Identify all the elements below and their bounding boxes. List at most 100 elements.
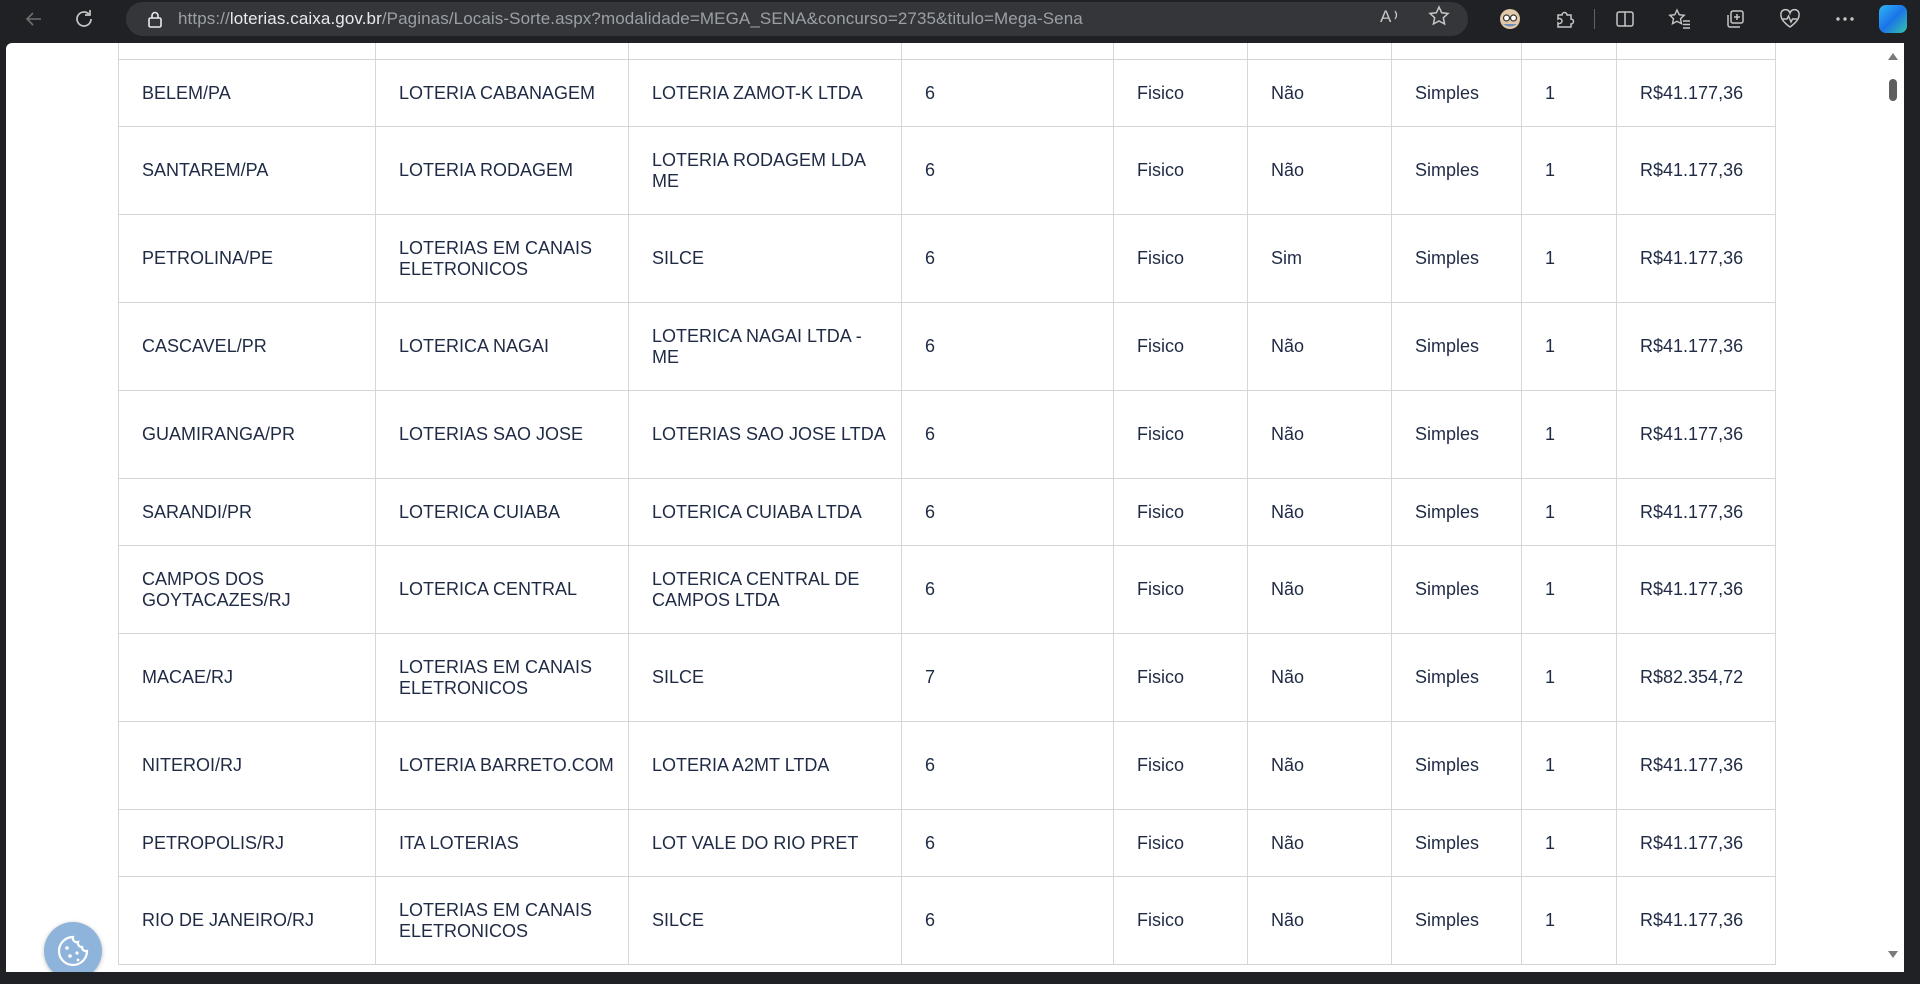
collections-button[interactable] [1707,0,1762,38]
url-path: /Paginas/Locais-Sorte.aspx?modalidade=ME… [381,9,1083,28]
lottery-name-cell: LOTERICA CUIABA [375,478,629,546]
scroll-down-arrow[interactable] [1888,951,1898,958]
prize-value-cell: R$41.177,36 [1616,59,1776,127]
page-viewport: BELEM/PA LOTERIA CABANAGEM LOTERIA ZAMOT-K… [6,43,1882,972]
numbers-count-cell: 6 [901,809,1114,877]
favorites-button[interactable] [1652,0,1707,38]
prize-value-cell: R$41.177,36 [1616,214,1776,303]
channel-cell: Fisico [1113,876,1248,965]
teimosinha-cell: Não [1247,478,1392,546]
lottery-name-cell: LOTERIA RODAGEM [375,126,629,215]
quotas-cell: 1 [1521,214,1617,303]
company-name-cell: LOTERIA A2MT LTDA [628,721,902,810]
vertical-scrollbar[interactable] [1882,43,1904,972]
company-name-cell: LOT VALE DO RIO PRET [628,809,902,877]
numbers-count-cell: 6 [901,390,1114,479]
toolbar-divider [1594,9,1595,29]
url-text[interactable]: https://loterias.caixa.gov.br/Paginas/Lo… [178,9,1083,29]
copilot-icon[interactable] [1879,5,1907,33]
table-row: SANTAREM/PA LOTERIA RODAGEM LOTERIA RODAGE… [118,126,1776,215]
lottery-name-cell: LOTERIAS EM CANAIS ELETRONICOS [375,876,629,965]
company-name-cell: SILCE [628,876,902,965]
city-cell: NITEROI/RJ [118,721,376,810]
table-row: MACAE/RJ LOTERIAS EM CANAIS ELETRONICOS SI… [118,633,1776,722]
quotas-cell: 1 [1521,876,1617,965]
company-name-cell: LOTERICA CUIABA LTDA [628,478,902,546]
browser-essentials-button[interactable] [1762,0,1817,38]
teimosinha-cell: Não [1247,809,1392,877]
table-row: CASCAVEL/PR LOTERICA NAGAI LOTERICA NAGAI … [118,302,1776,391]
company-name-cell: SILCE [628,633,902,722]
channel-cell: Fisico [1113,302,1248,391]
city-cell [118,43,376,60]
numbers-count-cell: 6 [901,478,1114,546]
table-row: SARANDI/PR LOTERICA CUIABA LOTERICA CUIABA… [118,478,1776,546]
lottery-name-cell: LOTERIAS SAO JOSE [375,390,629,479]
more-icon [1835,17,1854,21]
bet-type-cell: Simples [1391,545,1522,634]
lock-icon[interactable] [146,10,164,28]
prize-value-cell: R$41.177,36 [1616,809,1776,877]
prize-value-cell [1616,43,1776,60]
bet-type-cell: Simples [1391,809,1522,877]
bet-type-cell [1391,43,1522,60]
collections-icon [1726,10,1744,28]
channel-cell: Fisico [1113,478,1248,546]
quotas-cell [1521,43,1617,60]
channel-cell: Fisico [1113,214,1248,303]
reload-icon [76,10,92,27]
city-cell: SANTAREM/PA [118,126,376,215]
city-cell: BELEM/PA [118,59,376,127]
teimosinha-cell: Não [1247,126,1392,215]
company-name-cell: LOTERIA RODAGEM LDA ME [628,126,902,215]
city-cell: RIO DE JANEIRO/RJ [118,876,376,965]
favorite-star-icon[interactable] [1428,5,1450,33]
teimosinha-cell [1247,43,1392,60]
table-row: BELEM/PA LOTERIA CABANAGEM LOTERIA ZAMOT-K… [118,59,1776,127]
bet-type-cell: Simples [1391,214,1522,303]
lottery-name-cell: LOTERIAS EM CANAIS ELETRONICOS [375,214,629,303]
lottery-name-cell: LOTERIAS EM CANAIS ELETRONICOS [375,633,629,722]
company-name-cell: LOTERIA ZAMOT-K LTDA [628,59,902,127]
lottery-name-cell: LOTERIA CABANAGEM [375,59,629,127]
read-aloud-icon[interactable]: A [1380,6,1402,32]
scroll-thumb[interactable] [1889,79,1897,101]
quotas-cell: 1 [1521,302,1617,391]
channel-cell: Fisico [1113,126,1248,215]
numbers-count-cell: 6 [901,126,1114,215]
split-screen-icon [1615,11,1634,27]
scroll-up-arrow[interactable] [1888,53,1898,60]
prize-value-cell: R$41.177,36 [1616,390,1776,479]
teimosinha-cell: Sim [1247,214,1392,303]
city-cell: SARANDI/PR [118,478,376,546]
prize-value-cell: R$82.354,72 [1616,633,1776,722]
lottery-name-cell [375,43,629,60]
numbers-count-cell: 6 [901,545,1114,634]
numbers-count-cell: 7 [901,633,1114,722]
teimosinha-cell: Não [1247,721,1392,810]
cookie-settings-button[interactable] [44,922,102,972]
split-screen-button[interactable] [1597,0,1652,38]
reload-button[interactable] [64,0,104,38]
url-host: loterias.caixa.gov.br [229,9,382,28]
company-name-cell: SILCE [628,214,902,303]
svg-text:A: A [1380,7,1392,26]
quotas-cell: 1 [1521,633,1617,722]
table-row: PETROPOLIS/RJ ITA LOTERIAS LOT VALE DO RIO… [118,809,1776,877]
table-row: GUAMIRANGA/PR LOTERIAS SAO JOSE LOTERIAS S… [118,390,1776,479]
table-row: NITEROI/RJ LOTERIA BARRETO.COM LOTERIA A2M… [118,721,1776,810]
back-button[interactable] [14,0,54,38]
lottery-name-cell: LOTERICA CENTRAL [375,545,629,634]
profile-button[interactable] [1482,0,1537,38]
extensions-button[interactable] [1537,0,1592,38]
teimosinha-cell: Não [1247,390,1392,479]
address-bar[interactable]: https://loterias.caixa.gov.br/Paginas/Lo… [126,2,1468,36]
teimosinha-cell: Não [1247,545,1392,634]
lottery-name-cell: LOTERICA NAGAI [375,302,629,391]
prize-value-cell: R$41.177,36 [1616,302,1776,391]
teimosinha-cell: Não [1247,633,1392,722]
window-bottom-edge [0,972,1920,984]
more-button[interactable] [1817,0,1872,38]
numbers-count-cell: 6 [901,721,1114,810]
numbers-count-cell: 6 [901,876,1114,965]
